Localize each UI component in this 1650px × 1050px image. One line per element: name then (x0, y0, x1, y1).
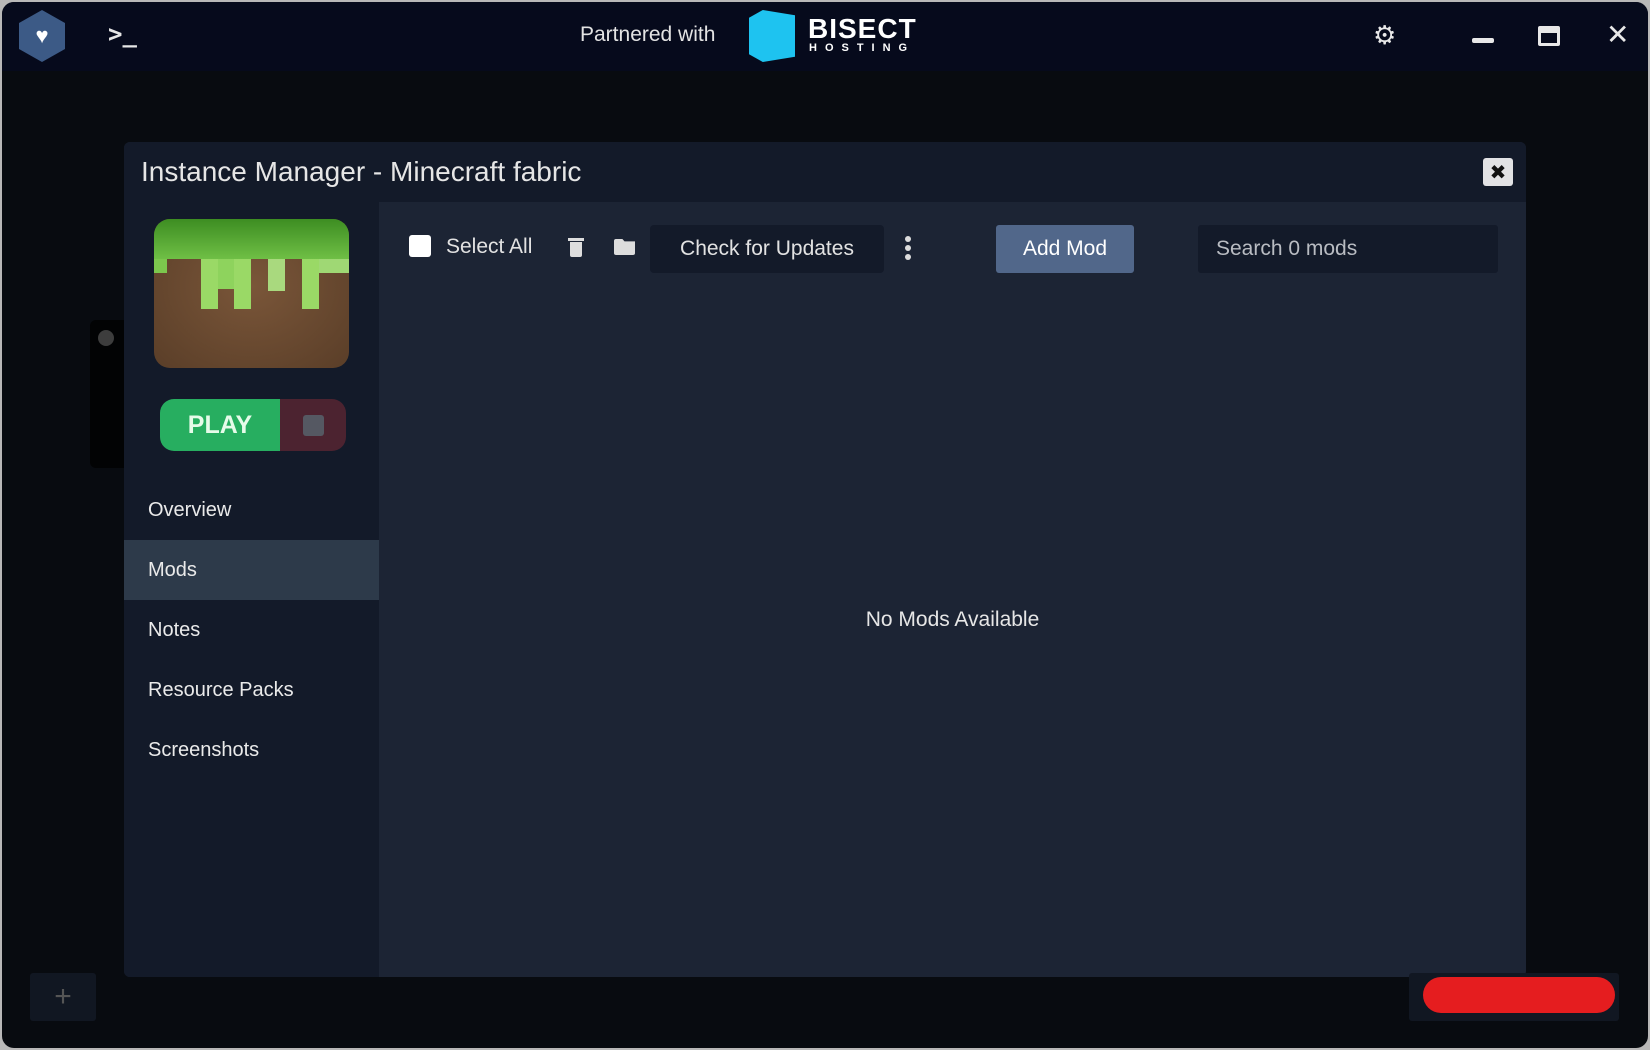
app-logo-icon[interactable]: ♥ (19, 10, 65, 62)
bisect-logo-icon[interactable] (749, 10, 795, 62)
check-for-updates-button[interactable]: Check for Updates (650, 225, 884, 273)
bisect-logo-subtext: HOSTING (809, 42, 916, 54)
play-control: PLAY (160, 399, 346, 451)
more-options-icon[interactable] (905, 236, 911, 260)
terminal-icon[interactable]: >_ (108, 20, 137, 48)
stop-icon (302, 414, 324, 436)
nav-screenshots[interactable]: Screenshots (124, 720, 379, 780)
modal-title: Instance Manager - Minecraft fabric (141, 156, 582, 187)
nav-mods[interactable]: Mods (124, 540, 379, 600)
nav-overview[interactable]: Overview (124, 480, 379, 540)
bisect-logo-text[interactable]: BISECT (808, 15, 917, 43)
play-button[interactable]: PLAY (160, 399, 280, 451)
stop-button[interactable] (280, 399, 346, 451)
search-mods-input[interactable] (1198, 225, 1498, 273)
app-window: ♥ >_ Partnered with BISECT HOSTING ⚙ ✕ I… (2, 2, 1648, 1048)
status-area (1409, 973, 1619, 1021)
folder-icon[interactable] (614, 239, 635, 255)
select-all-checkbox[interactable] (409, 235, 431, 257)
trash-icon[interactable] (568, 236, 584, 257)
title-bar: ♥ >_ Partnered with BISECT HOSTING ⚙ ✕ (2, 2, 1648, 71)
add-mod-button[interactable]: Add Mod (996, 225, 1134, 273)
partner-label: Partnered with (580, 23, 716, 46)
clock-icon (98, 330, 114, 346)
select-all-label[interactable]: Select All (446, 235, 532, 259)
minimize-icon[interactable] (1472, 38, 1494, 43)
mods-panel: Select All Check for Updates Add Mod No … (379, 202, 1526, 977)
maximize-icon[interactable] (1538, 26, 1560, 46)
settings-icon[interactable]: ⚙ (1373, 20, 1396, 51)
modal-header: Instance Manager - Minecraft fabric ✖ (124, 142, 1526, 202)
redacted-status-pill[interactable] (1423, 977, 1615, 1013)
nav-notes[interactable]: Notes (124, 600, 379, 660)
instance-manager-modal: Instance Manager - Minecraft fabric ✖ PL… (124, 142, 1526, 977)
nav-resource-packs[interactable]: Resource Packs (124, 660, 379, 720)
modal-sidebar: PLAY Overview Mods Notes Resource Packs … (124, 202, 379, 977)
close-icon[interactable]: ✕ (1606, 18, 1629, 51)
instance-thumbnail (154, 219, 349, 368)
empty-state-message: No Mods Available (865, 608, 1040, 631)
add-instance-button[interactable]: + (30, 973, 96, 1021)
modal-close-button[interactable]: ✖ (1483, 158, 1513, 186)
